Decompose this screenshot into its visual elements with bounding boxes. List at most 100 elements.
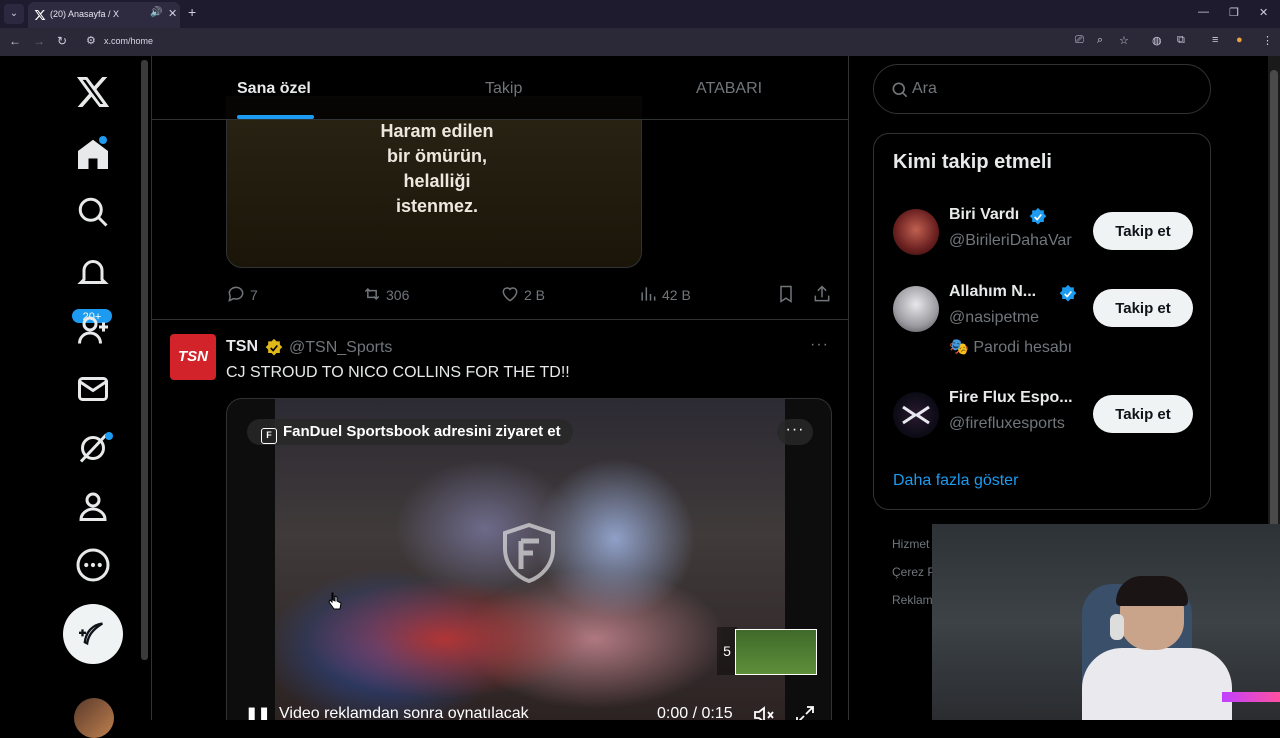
- reply-button[interactable]: 7: [226, 284, 258, 304]
- video-player[interactable]: F FanDuel Sportsbook adresini ziyaret et …: [226, 398, 832, 720]
- new-tab-icon[interactable]: +: [188, 4, 196, 20]
- suggestion-name[interactable]: Allahım N...: [949, 283, 1036, 301]
- fullscreen-icon[interactable]: [793, 703, 817, 720]
- fanduel-shield-icon: [503, 522, 555, 584]
- suggestion-name[interactable]: Fire Flux Espo...: [949, 389, 1073, 407]
- browser-tab-strip: ⌄ (20) Anasayfa / X 🔊 ✕ + — ❐ ✕: [0, 0, 1280, 28]
- restore-icon[interactable]: ❐: [1229, 6, 1239, 19]
- follow-button[interactable]: Takip et: [1093, 212, 1193, 250]
- browser-tab[interactable]: (20) Anasayfa / X 🔊 ✕: [28, 2, 180, 28]
- suggestion-handle: @nasipetme: [949, 309, 1040, 326]
- suggestion-avatar[interactable]: [893, 209, 939, 255]
- footer-link-ads[interactable]: Reklam: [892, 593, 933, 607]
- browser-menu-icon[interactable]: ⋮: [1262, 34, 1273, 47]
- tab-following[interactable]: Takip: [485, 80, 522, 98]
- suggestion-avatar[interactable]: [893, 286, 939, 332]
- tsn-avatar[interactable]: TSN: [170, 334, 216, 380]
- media-control-icon[interactable]: ≡: [1212, 34, 1218, 46]
- search-icon: [892, 82, 908, 98]
- footer-link-cookies[interactable]: Çerez P: [892, 565, 935, 579]
- pause-icon[interactable]: ❚❚: [245, 705, 271, 720]
- post-author-name[interactable]: TSN: [226, 338, 258, 356]
- like-button[interactable]: 2 B: [500, 284, 545, 304]
- url-text[interactable]: x.com/home: [104, 36, 153, 46]
- suggestion-row[interactable]: Fire Flux Espo... @firefluxesports Takip…: [874, 387, 1212, 447]
- share-button[interactable]: [812, 284, 836, 304]
- upcoming-video-thumbnail[interactable]: [735, 629, 817, 675]
- hand-cursor-icon: [328, 592, 342, 610]
- ad-countdown: 5: [717, 627, 737, 675]
- repost-count: 306: [386, 287, 410, 303]
- previous-post-actions: 7 306 2 B 42 B: [226, 284, 836, 304]
- tab-close-icon[interactable]: ✕: [168, 7, 177, 20]
- like-count: 2 B: [524, 287, 546, 303]
- zoom-icon[interactable]: ⌕: [1097, 34, 1103, 47]
- x-logo-icon[interactable]: [75, 74, 111, 110]
- notifications-icon[interactable]: [75, 254, 111, 290]
- forward-icon[interactable]: →: [33, 34, 45, 48]
- parody-label: 🎭 Parodi hesabı: [949, 337, 1072, 357]
- minimize-icon[interactable]: —: [1198, 6, 1209, 18]
- parody-label-text: Parodi hesabı: [973, 339, 1073, 356]
- compose-post-button[interactable]: [63, 604, 123, 664]
- suggestion-avatar[interactable]: [893, 392, 939, 438]
- back-icon[interactable]: ←: [9, 34, 21, 48]
- streamer-body: [1082, 648, 1232, 720]
- communities-icon[interactable]: [75, 312, 111, 348]
- extensions-puzzle-icon[interactable]: ⧉: [1177, 34, 1185, 47]
- follow-button[interactable]: Takip et: [1093, 395, 1193, 433]
- profile-icon[interactable]: [75, 488, 111, 524]
- repost-button[interactable]: 306: [362, 284, 409, 304]
- left-scrollbar[interactable]: [141, 60, 148, 660]
- grok-unread-dot: [105, 432, 113, 440]
- views-button[interactable]: 42 B: [638, 284, 691, 304]
- messages-icon[interactable]: [75, 371, 111, 407]
- site-info-icon[interactable]: ⚙: [86, 34, 96, 47]
- tab-audio-icon[interactable]: 🔊: [150, 7, 162, 18]
- extension-icon[interactable]: ◍: [1152, 34, 1162, 47]
- suggestion-row[interactable]: Biri Vardı @BirileriDahaVar Takip et: [874, 204, 1212, 264]
- show-more-link[interactable]: Daha fazla göster: [893, 472, 1018, 490]
- reply-count: 7: [250, 287, 258, 303]
- profile-avatar-icon[interactable]: ●: [1236, 34, 1243, 46]
- previous-post-media[interactable]: Haram edilen bir ömürün, helalliği isten…: [226, 96, 642, 268]
- search-box[interactable]: [873, 64, 1211, 114]
- more-icon[interactable]: [75, 547, 111, 583]
- verified-gold-icon: [265, 338, 283, 356]
- suggestion-name[interactable]: Biri Vardı: [949, 206, 1019, 224]
- home-timeline: Sana özel Takip ATABARI Haram edilen bir…: [151, 56, 849, 720]
- video-status-text: Video reklamdan sonra oynatılacak: [279, 705, 529, 720]
- bookmark-button[interactable]: [776, 284, 800, 304]
- post-author-handle[interactable]: @TSN_Sports: [289, 339, 392, 357]
- suggestion-handle: @BirileriDahaVar: [949, 232, 1072, 249]
- video-more-icon[interactable]: ···: [777, 419, 813, 445]
- address-bar[interactable]: [78, 32, 1248, 52]
- explore-icon[interactable]: [75, 194, 111, 230]
- shield-icon: F: [261, 428, 277, 444]
- cast-icon[interactable]: ⎚: [1075, 34, 1084, 47]
- tab-atabari[interactable]: ATABARI: [696, 80, 762, 98]
- parody-mask-icon: 🎭: [949, 339, 969, 356]
- verified-icon: [1029, 207, 1047, 225]
- suggestion-row[interactable]: Allahım N... @nasipetme 🎭 Parodi hesabı …: [874, 281, 1212, 356]
- post-more-icon[interactable]: ···: [810, 336, 829, 354]
- active-tab-indicator: [237, 115, 314, 119]
- tab-search-button[interactable]: ⌄: [4, 4, 24, 24]
- previous-post-media-text: Haram edilen bir ömürün, helalliği isten…: [380, 121, 494, 216]
- analytics-icon: [641, 287, 656, 301]
- follow-button[interactable]: Takip et: [1093, 289, 1193, 327]
- window-close-icon[interactable]: ✕: [1259, 6, 1268, 19]
- video-time: 0:00 / 0:15: [657, 705, 733, 720]
- account-avatar[interactable]: [74, 698, 114, 738]
- footer-link-terms[interactable]: Hizmet: [892, 537, 929, 551]
- ad-cta-pill[interactable]: F FanDuel Sportsbook adresini ziyaret et: [247, 419, 573, 445]
- tab-for-you[interactable]: Sana özel: [237, 80, 311, 98]
- timeline-tabs: Sana özel Takip ATABARI: [152, 56, 848, 120]
- muted-speaker-icon[interactable]: [751, 703, 777, 720]
- bookmark-star-icon[interactable]: ☆: [1119, 34, 1129, 47]
- search-input[interactable]: [910, 79, 1190, 99]
- reply-icon: [228, 286, 244, 303]
- led-strip: [1222, 692, 1280, 702]
- home-unread-dot: [99, 136, 107, 144]
- reload-icon[interactable]: ↻: [57, 34, 67, 48]
